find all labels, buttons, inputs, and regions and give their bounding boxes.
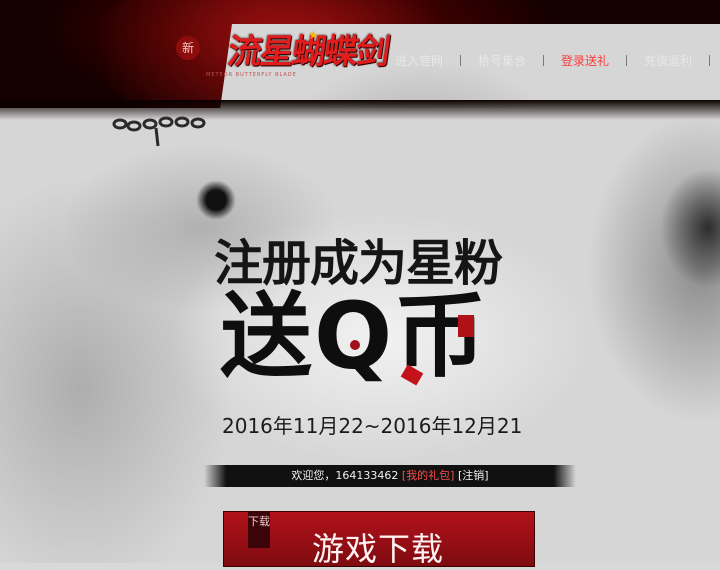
chain-icon [112, 116, 206, 147]
event-date-range: 2016年11月22~2016年12月21 [222, 414, 523, 438]
site-header: 新 流星蝴蝶剑 ★ METEOR BUTTERFLY BLADE 进入官网 拾号… [0, 0, 720, 108]
download-tag: 下载 [248, 512, 270, 548]
download-label: 游戏下载 [312, 530, 445, 568]
nav-item-recharge-rebate[interactable]: 充值返利 [627, 52, 709, 69]
welcome-text: 欢迎您，164133462 [291, 469, 402, 482]
nav-divider [709, 54, 711, 66]
logo-subtitle: METEOR BUTTERFLY BLADE [206, 72, 297, 78]
logout-link[interactable]: [注销] [458, 469, 489, 482]
my-gifts-link[interactable]: [我的礼包] [402, 469, 455, 482]
nav-item-official-site[interactable]: 进入官网 [378, 52, 460, 69]
ink-splatter [196, 180, 236, 220]
top-nav: 进入官网 拾号集合 登录送礼 充值返利 [378, 50, 711, 70]
game-logo[interactable]: 新 流星蝴蝶剑 ★ METEOR BUTTERFLY BLADE [168, 18, 720, 108]
blood-splatter [350, 340, 360, 350]
star-icon: ★ [308, 28, 319, 42]
game-download-button[interactable]: 下载 游戏下载 [223, 511, 535, 568]
blood-splatter [458, 315, 474, 337]
nav-item-code-collection[interactable]: 拾号集合 [461, 52, 543, 69]
logo-badge: 新 [176, 36, 200, 60]
nav-item-login-gift[interactable]: 登录送礼 [544, 52, 626, 69]
background-rock [660, 168, 720, 288]
user-welcome-bar: 欢迎您，164133462 [我的礼包] [注销] [204, 465, 576, 487]
promo-reward: 送Q币 [220, 283, 489, 390]
